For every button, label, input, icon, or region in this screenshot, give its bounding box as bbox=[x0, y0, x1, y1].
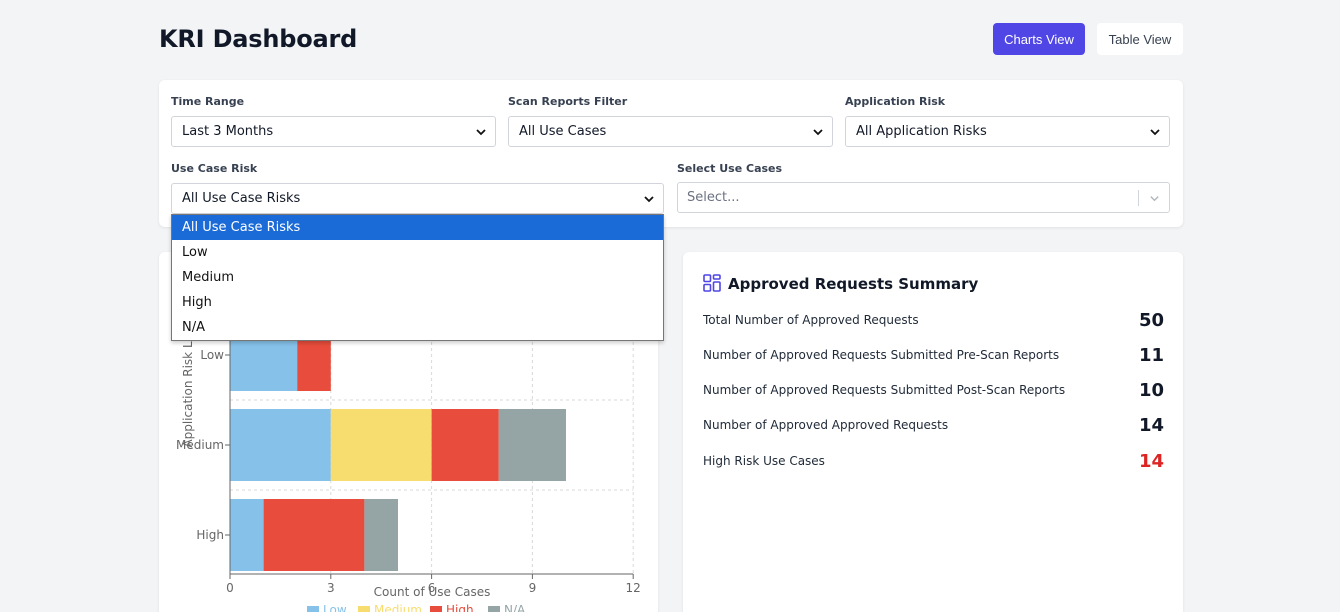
page-title: KRI Dashboard bbox=[159, 25, 358, 53]
x-tick-label: 3 bbox=[327, 581, 335, 595]
summary-row: Number of Approved Requests Submitted Pr… bbox=[703, 345, 1164, 367]
dropdown-option-all[interactable]: All Use Case Risks bbox=[172, 215, 663, 240]
application-risk-select[interactable]: All Application Risks bbox=[845, 116, 1170, 147]
summary-row-value: 11 bbox=[1138, 345, 1164, 366]
bar-segment bbox=[230, 409, 331, 481]
use-case-risk-select[interactable]: All Use Case Risks bbox=[171, 183, 664, 214]
use-case-risk-label: Use Case Risk bbox=[171, 162, 258, 175]
chevron-down-icon bbox=[476, 129, 486, 136]
x-tick-label: 12 bbox=[626, 581, 641, 595]
summary-row-label: Number of Approved Requests Submitted Po… bbox=[703, 383, 1066, 397]
summary-row-value: 10 bbox=[1138, 380, 1164, 401]
bar-segment bbox=[263, 499, 365, 571]
page-header: KRI Dashboard Charts View Table View bbox=[159, 22, 1183, 58]
select-use-cases-input[interactable]: Select... bbox=[677, 182, 1170, 213]
legend-label: High bbox=[446, 603, 474, 612]
summary-row-value: 50 bbox=[1138, 310, 1164, 331]
time-range-value: Last 3 Months bbox=[182, 124, 274, 139]
bar-segment bbox=[364, 499, 398, 571]
time-range-label: Time Range bbox=[171, 95, 245, 108]
table-view-button[interactable]: Table View bbox=[1097, 23, 1183, 55]
summary-row: Number of Approved Approved Requests 14 bbox=[703, 415, 1164, 437]
summary-row-value: 14 bbox=[1138, 451, 1164, 472]
chevron-down-icon[interactable] bbox=[1149, 193, 1160, 204]
y-tick-label: Low bbox=[200, 348, 224, 362]
charts-view-button[interactable]: Charts View bbox=[993, 23, 1085, 55]
dropdown-option-low[interactable]: Low bbox=[172, 240, 663, 265]
chevron-down-icon bbox=[644, 196, 654, 203]
summary-row-label: Number of Approved Approved Requests bbox=[703, 418, 949, 432]
summary-card: Approved Requests Summary Total Number o… bbox=[683, 252, 1183, 612]
scan-reports-label: Scan Reports Filter bbox=[508, 95, 628, 108]
dropdown-option-high[interactable]: High bbox=[172, 290, 663, 315]
indicator-separator bbox=[1138, 190, 1139, 206]
y-tick-label: High bbox=[196, 528, 224, 542]
time-range-select[interactable]: Last 3 Months bbox=[171, 116, 496, 147]
legend-swatch bbox=[430, 606, 442, 612]
bar-segment bbox=[498, 409, 566, 481]
chevron-down-icon bbox=[813, 129, 823, 136]
legend-swatch bbox=[358, 606, 370, 612]
x-tick-label: 0 bbox=[226, 581, 234, 595]
application-risk-label: Application Risk bbox=[845, 95, 946, 108]
use-case-risk-value: All Use Case Risks bbox=[182, 191, 301, 206]
summary-row-label: Total Number of Approved Requests bbox=[703, 313, 919, 327]
summary-row-label: Number of Approved Requests Submitted Pr… bbox=[703, 348, 1060, 362]
bar-segment bbox=[230, 499, 264, 571]
summary-title: Approved Requests Summary bbox=[728, 275, 979, 293]
legend-label: Low bbox=[323, 603, 347, 612]
scan-reports-value: All Use Cases bbox=[519, 124, 607, 139]
dropdown-option-medium[interactable]: Medium bbox=[172, 265, 663, 290]
dashboard-grid-icon bbox=[703, 274, 721, 292]
summary-row: Number of Approved Requests Submitted Po… bbox=[703, 380, 1164, 402]
use-case-risk-dropdown: All Use Case Risks Low Medium High N/A bbox=[171, 214, 664, 341]
select-use-cases-label: Select Use Cases bbox=[677, 162, 783, 175]
chevron-down-icon bbox=[1150, 129, 1160, 136]
summary-row: High Risk Use Cases 14 bbox=[703, 451, 1164, 473]
legend-swatch bbox=[488, 606, 500, 612]
summary-row-label: High Risk Use Cases bbox=[703, 454, 825, 468]
legend-label: N/A bbox=[504, 603, 526, 612]
application-risk-value: All Application Risks bbox=[856, 124, 987, 139]
summary-row-value: 14 bbox=[1138, 415, 1164, 436]
legend-swatch bbox=[307, 606, 319, 612]
bar-segment bbox=[330, 409, 432, 481]
bar-segment bbox=[431, 409, 499, 481]
x-axis-title: Count of Use Cases bbox=[374, 585, 491, 599]
select-use-cases-placeholder: Select... bbox=[687, 190, 740, 205]
summary-row: Total Number of Approved Requests 50 bbox=[703, 310, 1164, 332]
legend-label: Medium bbox=[374, 603, 422, 612]
x-tick-label: 9 bbox=[529, 581, 537, 595]
filters-panel: Time Range Last 3 Months Scan Reports Fi… bbox=[159, 80, 1183, 227]
dropdown-option-na[interactable]: N/A bbox=[172, 315, 663, 340]
scan-reports-select[interactable]: All Use Cases bbox=[508, 116, 833, 147]
